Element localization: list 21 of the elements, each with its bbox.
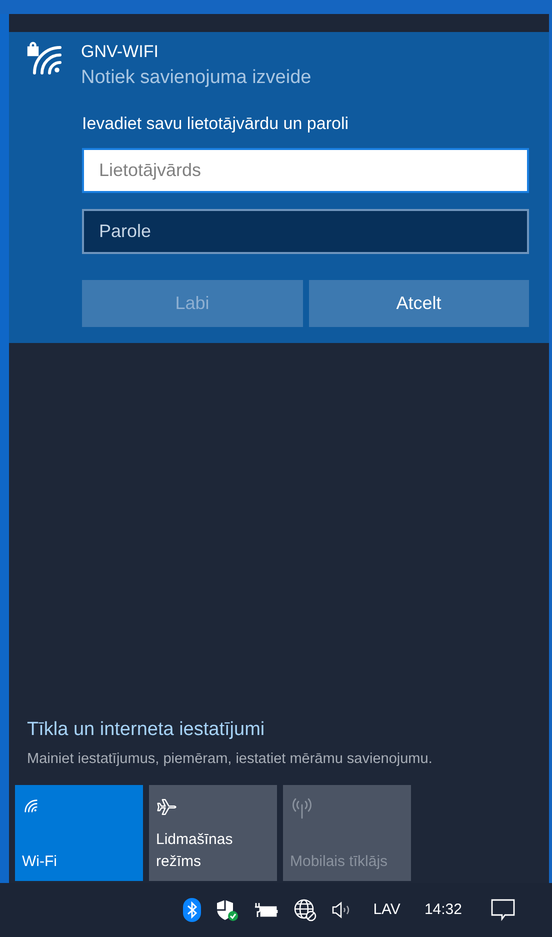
username-field[interactable]: Lietotājvārds [82,148,529,193]
quick-action-tile[interactable]: Lidmašīnas režīms [149,785,277,881]
wifi-lock-icon [27,40,63,76]
clock[interactable]: 14:32 [420,898,466,922]
credentials-prompt: Ievadiet savu lietotājvārdu un paroli [82,113,350,135]
password-field[interactable]: Parole [82,209,529,254]
bluetooth-icon[interactable] [183,898,202,922]
battery-plug-icon[interactable] [253,900,280,920]
language-indicator[interactable]: LAV [367,898,406,922]
quick-action-tile[interactable]: Wi-Fi [15,785,143,881]
globe-icon[interactable] [293,898,318,922]
wifi-icon [22,797,38,813]
network-name: GNV-WIFI [81,41,160,63]
shield-icon[interactable] [215,898,240,922]
antenna-icon [290,797,314,819]
cancel-button[interactable]: Atcelt [308,280,529,327]
airplane-icon [156,797,178,817]
settings-description: Mainiet iestatījumus, piemēram, iestatiet mērāmu savienojumu. [27,750,434,769]
settings-link[interactable]: Tīkla un interneta iestatījumi [27,717,549,743]
connection-status: Notiek savienojuma izveide [81,66,312,90]
notification-icon[interactable] [490,897,516,923]
